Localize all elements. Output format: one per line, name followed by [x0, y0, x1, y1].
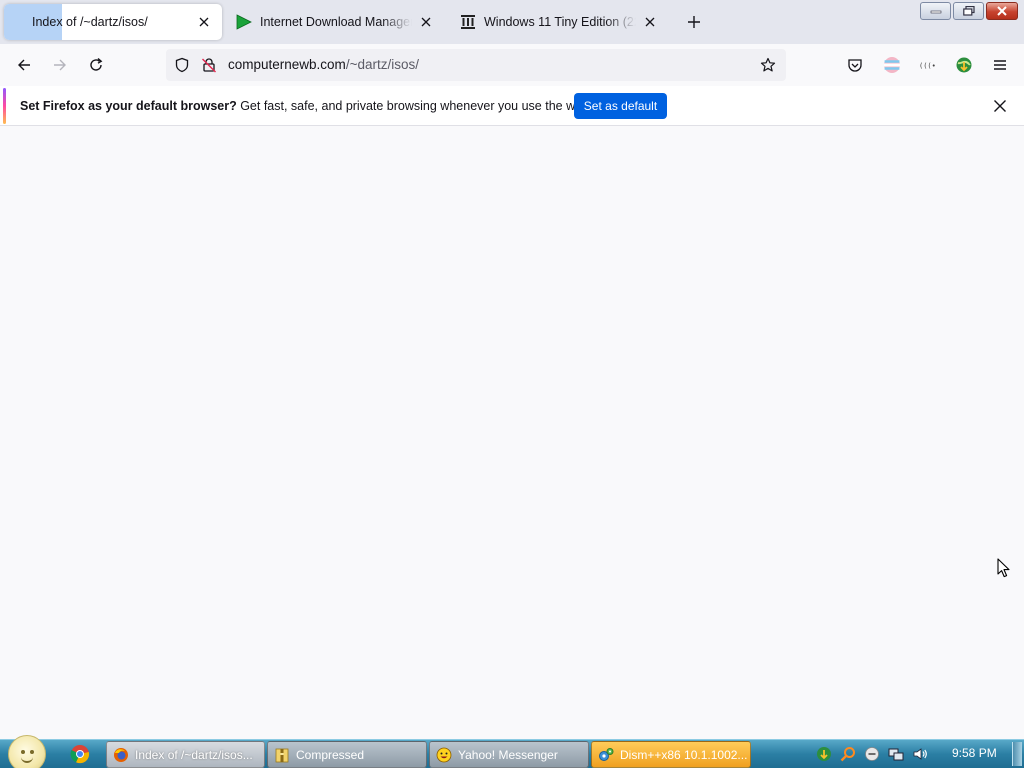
reload-icon: [90, 57, 103, 71]
idm-icon: [236, 14, 252, 30]
notification-message: Set Firefox as your default browser? Get…: [20, 99, 593, 113]
start-orb-eye: [30, 750, 34, 754]
navigation-toolbar: computernewb.com/~dartz/isos/ (((•))): [0, 44, 1024, 86]
close-tab-icon[interactable]: [418, 14, 434, 30]
taskbar-item-label: Compressed: [296, 747, 365, 762]
account-avatar-icon: [884, 57, 900, 73]
taskbar-clock[interactable]: 9:58 PM: [952, 746, 997, 760]
tab-index-isos[interactable]: Index of /~dartz/isos/: [4, 4, 222, 40]
arrow-right-icon: [54, 59, 66, 71]
search-tray-icon[interactable]: [840, 746, 856, 762]
extension-button[interactable]: (((•))): [916, 53, 940, 77]
arrow-left-icon: [18, 59, 30, 71]
back-button[interactable]: [12, 53, 36, 77]
url-text: computernewb.com/~dartz/isos/: [228, 57, 419, 72]
notification-heading: Set Firefox as your default browser?: [20, 99, 237, 113]
taskbar-item-label: Index of /~dartz/isos...: [135, 747, 253, 762]
window-close-button[interactable]: [986, 2, 1018, 20]
taskbar-item-dism[interactable]: Dism++x86 10.1.1002...: [591, 741, 751, 768]
url-path: /~dartz/isos/: [345, 57, 419, 72]
volume-tray-icon[interactable]: [912, 746, 928, 762]
close-icon: [994, 100, 1006, 112]
notification-accent-bar: [3, 88, 6, 124]
bookmark-star-icon[interactable]: [760, 57, 776, 76]
taskbar-item-label: Yahoo! Messenger: [458, 747, 558, 762]
reload-button[interactable]: [84, 53, 108, 77]
start-button[interactable]: [8, 735, 46, 768]
svg-text:(((•))): (((•))): [919, 62, 937, 70]
forward-button[interactable]: [48, 53, 72, 77]
start-orb-mouth: [21, 757, 33, 763]
set-as-default-button[interactable]: Set as default: [574, 93, 667, 119]
new-tab-button[interactable]: [684, 12, 704, 32]
restore-icon: [962, 6, 975, 16]
plus-icon: [688, 16, 700, 28]
archive-org-icon: [460, 14, 476, 30]
tracking-protection-shield-icon[interactable]: [174, 57, 190, 76]
gears-icon: [598, 747, 614, 763]
chrome-icon[interactable]: [70, 744, 90, 764]
page-content[interactable]: [0, 127, 1024, 739]
pocket-icon: [848, 59, 862, 72]
yahoo-smiley-icon: [436, 747, 452, 763]
mouse-cursor-icon: [997, 558, 1010, 578]
notification-body: Get fast, safe, and private browsing whe…: [240, 99, 593, 113]
tab-idm[interactable]: Internet Download Manager: Th: [226, 4, 444, 40]
close-tab-icon[interactable]: [196, 14, 212, 30]
taskbar-item-label: Dism++x86 10.1.1002...: [620, 747, 748, 762]
network-tray-icon[interactable]: [888, 746, 904, 762]
hamburger-menu-icon: [994, 60, 1006, 70]
tab-windows-11-tiny[interactable]: Windows 11 Tiny Edition (22000: [450, 4, 668, 40]
tab-title: Windows 11 Tiny Edition (22000: [484, 15, 636, 29]
firefox-icon: [113, 747, 129, 763]
close-icon: [997, 6, 1007, 16]
menu-button[interactable]: [988, 53, 1012, 77]
start-orb-eye: [21, 750, 25, 754]
url-bar[interactable]: computernewb.com/~dartz/isos/: [166, 49, 786, 81]
messenger-tray-icon[interactable]: [864, 746, 880, 762]
notification-close-button[interactable]: [990, 96, 1010, 116]
extension-icon: (((•))): [919, 62, 937, 70]
taskbar: Index of /~dartz/isos... Compressed Yaho…: [0, 735, 1024, 768]
idm-extension-button[interactable]: [952, 53, 976, 77]
tab-title: Index of /~dartz/isos/: [32, 15, 148, 29]
idm-tray-icon[interactable]: [816, 746, 832, 762]
globe-download-icon: [956, 57, 972, 73]
taskbar-item-yahoo-messenger[interactable]: Yahoo! Messenger: [429, 741, 589, 768]
window-controls: [920, 2, 1018, 20]
show-desktop-button[interactable]: [1012, 742, 1022, 766]
taskbar-item-firefox[interactable]: Index of /~dartz/isos...: [106, 741, 265, 768]
folder-archive-icon: [274, 747, 290, 763]
insecure-lock-icon[interactable]: [201, 57, 217, 76]
account-button[interactable]: [880, 53, 904, 77]
restore-button[interactable]: [953, 2, 984, 20]
default-browser-notification: Set Firefox as your default browser? Get…: [0, 86, 1024, 126]
tab-strip: Index of /~dartz/isos/ Internet Download…: [0, 0, 1024, 44]
url-domain: computernewb.com: [228, 57, 346, 72]
pocket-button[interactable]: [843, 53, 867, 77]
minimize-button[interactable]: [920, 2, 951, 20]
taskbar-item-compressed[interactable]: Compressed: [267, 741, 427, 768]
close-tab-icon[interactable]: [642, 14, 658, 30]
minimize-icon: [930, 10, 941, 14]
tab-title: Internet Download Manager: Th: [260, 15, 412, 29]
